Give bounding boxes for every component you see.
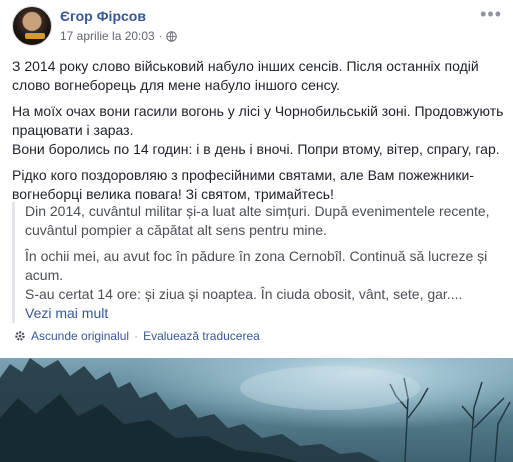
original-paragraph-3: Рідко кого поздоровляю з професійними св… bbox=[12, 167, 474, 202]
translation-footer: Ascunde originalul · Evaluează traducere… bbox=[14, 328, 260, 344]
post-photo[interactable] bbox=[0, 358, 513, 462]
translation-paragraph-2: În ochii mei, au avut foc în pădure în z… bbox=[25, 247, 504, 304]
see-more-link[interactable]: Vezi mai mult bbox=[25, 304, 504, 323]
more-options-icon[interactable]: ••• bbox=[480, 5, 502, 23]
author-name[interactable]: Єгор Фірсов bbox=[60, 8, 146, 24]
translation-block: Din 2014, cuvântul militar și-a luat alt… bbox=[12, 202, 504, 323]
globe-icon[interactable] bbox=[166, 30, 177, 42]
hide-original-link[interactable]: Ascunde originalul bbox=[31, 329, 129, 343]
meta-separator: · bbox=[158, 30, 163, 42]
translation-paragraph-2b: S-au certat 14 ore: și ziua și noaptea. … bbox=[25, 286, 463, 302]
footer-separator: · bbox=[134, 329, 139, 343]
gear-icon[interactable] bbox=[14, 330, 26, 342]
facebook-post: Єгор Фірсов 17 aprilie la 20:03 · ••• З … bbox=[0, 0, 513, 462]
original-paragraph-2a: На моїх очах вони гасили вогонь у лісі у… bbox=[12, 103, 504, 138]
original-paragraph-1: З 2014 року слово військовий набуло інши… bbox=[12, 58, 479, 93]
rate-translation-link[interactable]: Evaluează traducerea bbox=[143, 329, 260, 343]
post-meta: 17 aprilie la 20:03 · bbox=[60, 29, 177, 43]
original-paragraph-2b: Вони боролись по 14 годин: і в день і вн… bbox=[12, 141, 500, 157]
avatar[interactable] bbox=[12, 6, 52, 46]
translation-paragraph-2a: În ochii mei, au avut foc în pădure în z… bbox=[25, 248, 488, 283]
translation-paragraph-1: Din 2014, cuvântul militar și-a luat alt… bbox=[25, 203, 490, 238]
forest-silhouette bbox=[0, 358, 511, 462]
post-original-text: З 2014 року слово військовий набуло інши… bbox=[12, 57, 504, 211]
post-header: Єгор Фірсов 17 aprilie la 20:03 · ••• bbox=[12, 5, 502, 46]
post-timestamp[interactable]: 17 aprilie la 20:03 bbox=[60, 29, 155, 43]
original-paragraph-2: На моїх очах вони гасили вогонь у лісі у… bbox=[12, 102, 504, 159]
